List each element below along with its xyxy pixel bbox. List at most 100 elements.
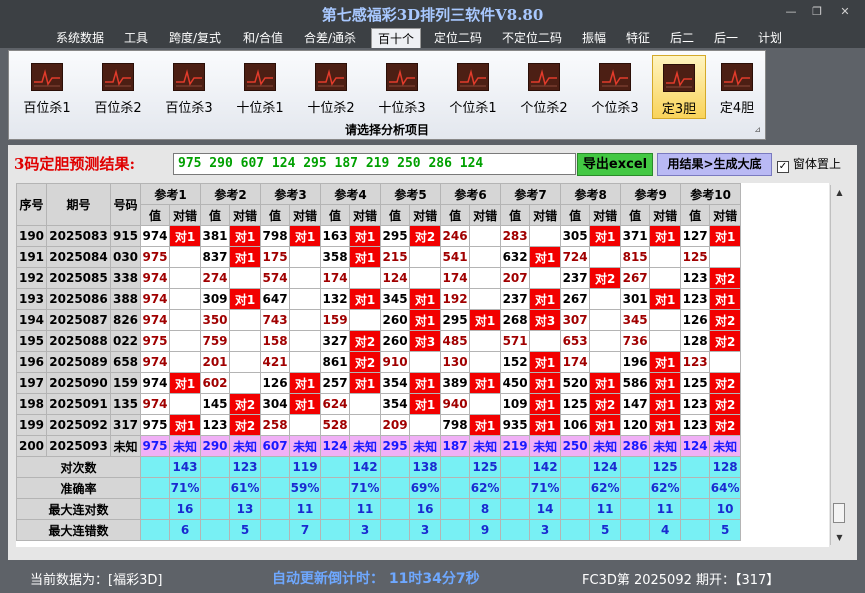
- cell-value: 268: [500, 309, 531, 331]
- menu-item-tools[interactable]: 工具: [118, 28, 154, 48]
- scroll-down-icon[interactable]: ▼: [832, 530, 847, 545]
- table-row[interactable]: 190 2025083 915 974 对1 381 对1 798 对1 163 对1 295 对2 24…: [16, 225, 742, 247]
- cell-value: 815: [620, 246, 651, 268]
- close-icon[interactable]: ✕: [834, 4, 856, 20]
- table-row[interactable]: 192 2025085 338 974 274 574 174 124 174 207 237 对2 2…: [16, 267, 742, 289]
- cell-value: 295: [440, 309, 471, 331]
- table-row[interactable]: 200 2025093 未知 975 未知 290 未知 607 未知 124 未知 295 未知 187…: [16, 435, 742, 457]
- ribbon-button-tens-kill-2[interactable]: 十位杀2: [298, 55, 364, 119]
- ribbon-button-fix-4[interactable]: 定4胆: [710, 55, 764, 119]
- stat-spacer: [380, 498, 411, 520]
- table-row[interactable]: 191 2025084 030 975 837 对1 175 358 对1 215 541 632 对1…: [16, 246, 742, 268]
- cell-result: [168, 288, 202, 310]
- ribbon-button-tens-kill-3[interactable]: 十位杀3: [369, 55, 435, 119]
- table-row[interactable]: 194 2025087 826 974 350 743 159 260 对1 295 对1 268 对3…: [16, 309, 742, 331]
- ribbon-button-hundreds-kill-3[interactable]: 百位杀3: [156, 55, 222, 119]
- cell-value: 632: [500, 246, 531, 268]
- main-panel: 3码定胆预测结果: 975 290 607 124 295 187 219 25…: [8, 145, 857, 560]
- header-value: 值: [140, 204, 170, 226]
- menu-item-plan[interactable]: 计划: [752, 28, 788, 48]
- cell-value: 124: [680, 435, 711, 457]
- cell-result: [469, 246, 502, 268]
- checkbox-icon[interactable]: ✓: [777, 161, 789, 173]
- cell-result: 对1: [529, 288, 562, 310]
- stat-value: 124: [589, 456, 622, 478]
- menu-item-amplitude[interactable]: 振幅: [576, 28, 612, 48]
- menu-item-positions[interactable]: 百十个: [371, 28, 421, 48]
- stat-value: 138: [409, 456, 442, 478]
- cell-result: [409, 246, 442, 268]
- cell-value: 174: [440, 267, 471, 289]
- menu-item-span[interactable]: 跨度/复式: [162, 28, 228, 48]
- cell-result: [409, 267, 442, 289]
- stat-row: 对次数 143 123 119 142 138 125 142 124 125 128: [16, 456, 742, 478]
- cell-result: [168, 246, 202, 268]
- stat-spacer: [620, 498, 651, 520]
- cell-value: 861: [320, 351, 351, 373]
- stat-spacer: [500, 477, 531, 499]
- restore-icon[interactable]: ❐: [806, 4, 828, 20]
- cell-value: 123: [680, 288, 711, 310]
- cell-value: 541: [440, 246, 471, 268]
- table-row[interactable]: 195 2025088 022 975 759 158 327 对2 260 对3 485 571 65…: [16, 330, 742, 352]
- cell-value: 126: [260, 372, 291, 394]
- cell-result: [589, 288, 622, 310]
- scroll-up-icon[interactable]: ▲: [832, 185, 847, 200]
- row-seq: 198: [16, 393, 47, 415]
- row-number: 388: [110, 288, 141, 310]
- generate-base-button[interactable]: 用结果>生成大底: [657, 153, 772, 176]
- cell-result: 对1: [469, 309, 502, 331]
- stat-spacer: [680, 456, 711, 478]
- table-row[interactable]: 197 2025090 159 974 对1 602 126 对1 257 对1 354 对1 389 对…: [16, 372, 742, 394]
- cell-result: 对1: [289, 393, 322, 415]
- ribbon-button-units-kill-2[interactable]: 个位杀2: [511, 55, 577, 119]
- cell-result: [349, 267, 382, 289]
- stat-value: 9: [469, 519, 502, 541]
- cell-result: 对1: [349, 288, 382, 310]
- cell-result: 对1: [409, 309, 442, 331]
- scroll-thumb[interactable]: [833, 503, 845, 523]
- ribbon-button-fix-3[interactable]: 定3胆: [652, 55, 706, 119]
- row-seq: 196: [16, 351, 47, 373]
- chart-icon: [173, 63, 205, 91]
- stat-spacer: [320, 456, 351, 478]
- row-issue: 2025084: [46, 246, 111, 268]
- table-row[interactable]: 199 2025092 317 975 对1 123 对2 258 528 209 798 对1 935…: [16, 414, 742, 436]
- cell-result: 未知: [168, 435, 202, 457]
- vertical-scrollbar[interactable]: ▲ ▼: [830, 185, 847, 545]
- row-number: 658: [110, 351, 141, 373]
- stat-spacer: [500, 519, 531, 541]
- menu-bar: 系统数据 工具 跨度/复式 和/合值 合差/通杀 百十个 定位二码 不定位二码 …: [0, 26, 865, 48]
- menu-item-features[interactable]: 特征: [620, 28, 656, 48]
- table-row[interactable]: 198 2025091 135 974 145 对2 304 对1 624 354 对1 940 109…: [16, 393, 742, 415]
- cell-value: 158: [260, 330, 291, 352]
- minimize-icon[interactable]: —: [780, 4, 802, 20]
- cell-result: [229, 267, 262, 289]
- cell-value: 975: [140, 435, 170, 457]
- export-excel-button[interactable]: 导出excel: [577, 153, 653, 176]
- cell-result: [229, 309, 262, 331]
- menu-item-system-data[interactable]: 系统数据: [52, 28, 108, 48]
- dialog-launcher-icon[interactable]: ⊿: [754, 125, 761, 134]
- on-top-checkbox[interactable]: ✓ 窗体置上: [777, 155, 841, 173]
- table-row[interactable]: 193 2025086 388 974 309 对1 647 132 对1 345 对1 192 237…: [16, 288, 742, 310]
- table-row[interactable]: 196 2025089 658 974 201 421 861 对2 910 130 152 对1 17…: [16, 351, 742, 373]
- ribbon-button-units-kill-3[interactable]: 个位杀3: [582, 55, 648, 119]
- menu-item-kill[interactable]: 合差/通杀: [297, 28, 363, 48]
- cell-result: [649, 267, 682, 289]
- cell-result: [168, 351, 202, 373]
- stat-value: 142: [349, 456, 382, 478]
- menu-item-sum[interactable]: 和/合值: [236, 28, 290, 48]
- menu-item-last-two[interactable]: 后二: [664, 28, 700, 48]
- row-number: 135: [110, 393, 141, 415]
- cell-value: 571: [500, 330, 531, 352]
- menu-item-two-unfixed[interactable]: 不定位二码: [496, 28, 568, 48]
- ribbon-button-hundreds-kill-1[interactable]: 百位杀1: [14, 55, 80, 119]
- ribbon-button-units-kill-1[interactable]: 个位杀1: [440, 55, 506, 119]
- stat-spacer: [620, 477, 651, 499]
- prediction-result-field[interactable]: 975 290 607 124 295 187 219 250 286 124: [173, 153, 576, 175]
- menu-item-two-fixed[interactable]: 定位二码: [428, 28, 488, 48]
- ribbon-button-hundreds-kill-2[interactable]: 百位杀2: [85, 55, 151, 119]
- ribbon-button-tens-kill-1[interactable]: 十位杀1: [227, 55, 293, 119]
- menu-item-last-one[interactable]: 后一: [708, 28, 744, 48]
